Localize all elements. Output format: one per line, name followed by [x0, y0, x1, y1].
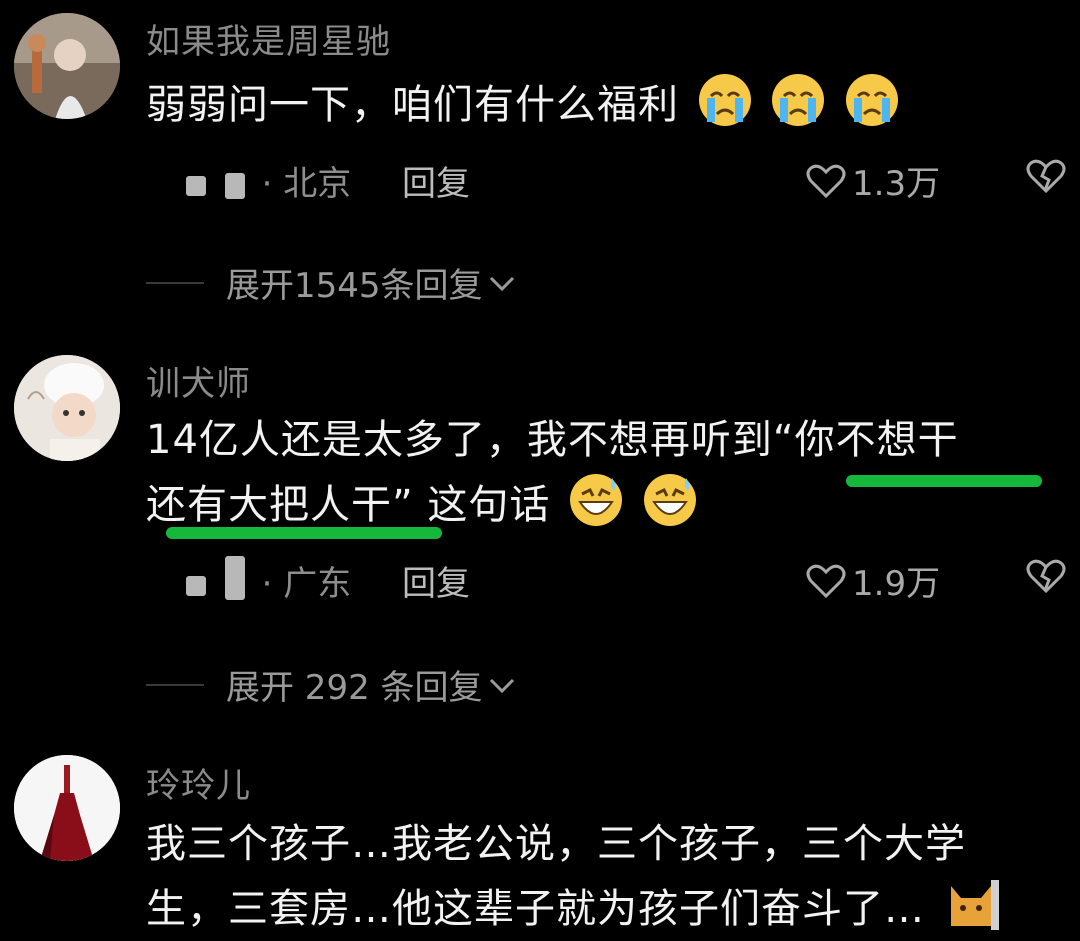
broken-heart-icon	[1026, 559, 1066, 594]
grinning-sweat-face-icon	[570, 474, 623, 526]
crying-face-icon	[772, 74, 825, 126]
expand-replies-label: 展开1545条回复	[226, 266, 483, 306]
grinning-sweat-face-icon	[643, 474, 696, 526]
cat-face-icon	[942, 876, 999, 932]
comment-meta: · 广东	[186, 556, 351, 605]
comment-meta: · 北京	[186, 156, 351, 205]
like-button[interactable]: 1.9万	[806, 556, 940, 605]
heart-outline-icon	[806, 564, 846, 598]
username[interactable]: 如果我是周星驰	[146, 14, 391, 63]
heart-outline-icon	[806, 164, 846, 198]
expand-replies-button[interactable]: 展开 292 条回复	[146, 660, 517, 709]
comment-text: 14亿人还是太多了，我不想再听到“你不想干 还有大把人干” 这句话	[146, 408, 959, 537]
blurred-date	[224, 556, 245, 600]
like-button[interactable]: 1.3万	[806, 156, 940, 205]
highlight-underline	[166, 527, 442, 539]
blurred-date	[186, 175, 206, 196]
crying-face-icon	[698, 74, 751, 126]
comment-line: 生，三套房…他这辈子就为孩子们奋斗了…	[146, 886, 925, 932]
comment-text: 弱弱问一下，咱们有什么福利	[146, 72, 900, 137]
username[interactable]: 玲玲儿	[146, 758, 251, 807]
like-count: 1.3万	[852, 164, 941, 204]
avatar-user-3[interactable]	[14, 755, 120, 861]
comment-line: 还有大把人干” 这句话	[146, 482, 551, 528]
divider	[146, 683, 204, 686]
like-count: 1.9万	[852, 564, 941, 604]
avatar-user-2[interactable]	[14, 355, 120, 461]
blurred-date	[186, 575, 206, 596]
dislike-button[interactable]	[1026, 158, 1066, 198]
reply-button[interactable]: 回复	[402, 156, 470, 205]
comment-line: 14亿人还是太多了，我不想再听到“你不想干	[146, 417, 959, 463]
username[interactable]: 训犬师	[146, 356, 251, 405]
reply-button[interactable]: 回复	[402, 556, 470, 605]
blurred-date	[224, 172, 245, 199]
avatar-user-1[interactable]	[14, 13, 120, 119]
chevron-down-icon	[489, 678, 514, 693]
location: · 广东	[261, 564, 352, 604]
divider	[146, 281, 204, 284]
expand-replies-label: 展开 292 条回复	[226, 668, 483, 708]
crying-face-icon	[846, 74, 899, 126]
highlight-underline	[846, 475, 1042, 487]
expand-replies-button[interactable]: 展开1545条回复	[146, 258, 517, 307]
dislike-button[interactable]	[1026, 558, 1066, 598]
comment-line: 我三个孩子…我老公说，三个孩子，三个大学	[146, 821, 966, 867]
comment-text: 我三个孩子…我老公说，三个孩子，三个大学 生，三套房…他这辈子就为孩子们奋斗了…	[146, 812, 999, 941]
broken-heart-icon	[1026, 159, 1066, 194]
chevron-down-icon	[489, 276, 514, 291]
location: · 北京	[261, 164, 352, 204]
